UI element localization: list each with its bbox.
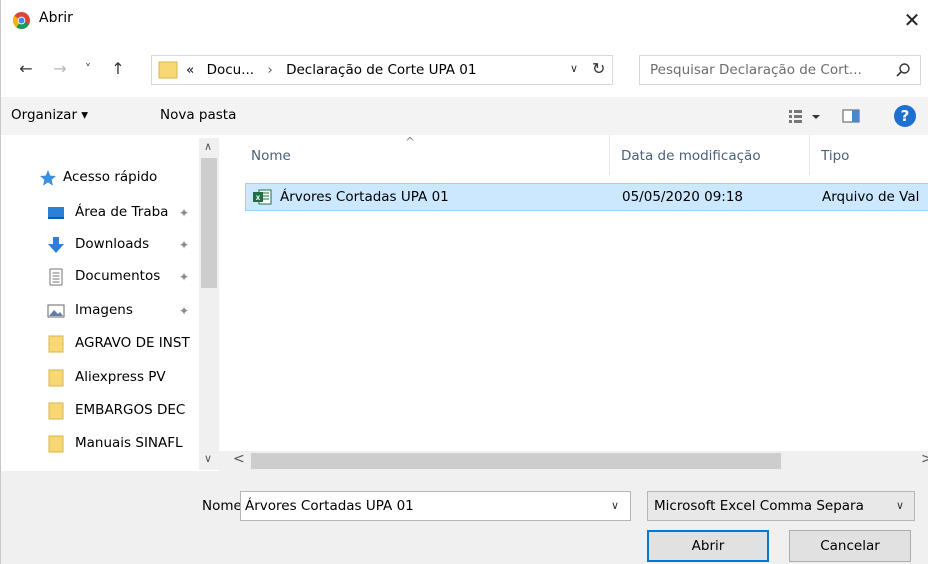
dialog-footer: Nome: Árvores Cortadas UPA 01 ∨ Microsof… xyxy=(1,471,928,564)
sidebar-item-label: Documentos xyxy=(75,268,161,284)
folder-icon xyxy=(48,402,64,420)
sidebar-item-label: Área de Traba xyxy=(75,204,169,220)
sidebar-item-label: EMBARGOS DEC xyxy=(75,402,186,418)
column-header-type[interactable]: Tipo xyxy=(821,148,849,164)
scroll-up-icon[interactable]: ∧ xyxy=(204,140,212,153)
sidebar-item-folder[interactable]: Aliexpress PV xyxy=(1,362,201,394)
sidebar-item-label: Aliexpress PV xyxy=(75,369,166,385)
scroll-left-icon[interactable]: < xyxy=(233,451,245,467)
pin-icon: ✦ xyxy=(179,238,190,252)
new-folder-button[interactable]: Nova pasta xyxy=(160,107,236,123)
sidebar-item-label: AGRAVO DE INST xyxy=(75,335,190,351)
file-list: ^ Nome Data de modificação Tipo x Árvore… xyxy=(241,135,928,447)
scrollbar-thumb[interactable] xyxy=(251,453,781,469)
column-header-row: ^ Nome Data de modificação Tipo xyxy=(241,135,928,175)
column-divider[interactable] xyxy=(609,135,610,175)
command-bar: Organizar ▾ Nova pasta ? xyxy=(1,97,928,135)
sidebar-item-folder[interactable]: EMBARGOS DEC xyxy=(1,395,201,427)
breadcrumb-separator[interactable]: › xyxy=(267,62,272,78)
organize-button[interactable]: Organizar ▾ xyxy=(11,107,88,123)
sidebar-item-folder[interactable]: AGRAVO DE INST xyxy=(1,328,201,360)
pin-icon: ✦ xyxy=(179,270,190,284)
star-icon xyxy=(40,170,56,186)
scroll-right-icon[interactable]: > xyxy=(921,451,928,467)
image-icon xyxy=(47,304,65,318)
breadcrumb-overflow[interactable]: « xyxy=(186,62,194,78)
forward-button[interactable]: → xyxy=(49,58,71,80)
breadcrumb-item-current[interactable]: Declaração de Corte UPA 01 xyxy=(286,62,476,78)
help-button[interactable]: ? xyxy=(894,105,916,127)
folder-icon xyxy=(48,335,64,353)
window-title: Abrir xyxy=(39,10,73,26)
search-icon xyxy=(896,63,910,77)
sidebar-item-label: Acesso rápido xyxy=(63,169,158,185)
document-icon xyxy=(49,268,63,286)
view-options-icon[interactable] xyxy=(787,106,823,126)
sidebar-item-downloads[interactable]: Downloads ✦ xyxy=(1,229,201,261)
folder-icon xyxy=(48,435,64,453)
search-input[interactable]: Pesquisar Declaração de Cort... xyxy=(650,62,862,78)
folder-icon xyxy=(48,369,64,387)
svg-text:x: x xyxy=(256,193,261,202)
breadcrumb-item-documents[interactable]: Docu... xyxy=(207,62,255,78)
excel-file-icon: x xyxy=(253,189,272,205)
sidebar-item-label: Imagens xyxy=(75,302,133,318)
recent-locations-button[interactable]: ˅ xyxy=(77,58,99,80)
column-header-modified[interactable]: Data de modificação xyxy=(621,148,761,164)
file-type-value: Microsoft Excel Comma Separa xyxy=(654,498,864,514)
file-type: Arquivo de Val xyxy=(822,189,920,205)
sidebar-item-folder[interactable]: Manuais SINAFL xyxy=(1,428,201,460)
download-icon xyxy=(48,237,64,253)
navigation-bar: ← → ˅ ↑ « Docu... › Declaração de Corte … xyxy=(1,52,928,86)
chevron-down-icon[interactable]: ∨ xyxy=(611,499,619,512)
column-header-name[interactable]: Nome xyxy=(251,148,291,164)
column-divider[interactable] xyxy=(809,135,810,175)
breadcrumb: « Docu... › Declaração de Corte UPA 01 xyxy=(186,62,476,78)
file-modified-date: 05/05/2020 09:18 xyxy=(622,189,744,205)
sidebar-item-quick-access[interactable]: Acesso rápido xyxy=(1,162,201,194)
sidebar-item-images[interactable]: Imagens ✦ xyxy=(1,295,201,327)
file-type-select[interactable]: Microsoft Excel Comma Separa ∨ xyxy=(647,491,915,521)
navigation-pane-scrollbar[interactable]: ∧ ∨ xyxy=(199,138,219,470)
up-button[interactable]: ↑ xyxy=(107,58,129,80)
address-bar[interactable]: « Docu... › Declaração de Corte UPA 01 ∨… xyxy=(151,55,613,85)
file-list-horizontal-scrollbar[interactable]: < > xyxy=(219,451,928,471)
close-button[interactable]: ✕ xyxy=(897,6,927,34)
chrome-icon xyxy=(13,12,30,29)
refresh-icon[interactable]: ↻ xyxy=(592,59,605,78)
scrollbar-thumb[interactable] xyxy=(201,158,217,288)
back-button[interactable]: ← xyxy=(15,58,37,80)
sidebar-item-desktop[interactable]: Área de Traba ✦ xyxy=(1,197,201,229)
navigation-pane: Acesso rápido Área de Traba ✦ Downloads … xyxy=(1,135,219,470)
title-bar: Abrir ✕ xyxy=(1,0,928,40)
cancel-button[interactable]: Cancelar xyxy=(789,530,911,562)
open-button[interactable]: Abrir xyxy=(647,530,769,562)
file-name-input[interactable]: Árvores Cortadas UPA 01 xyxy=(245,498,414,514)
pin-icon: ✦ xyxy=(179,206,190,220)
desktop-icon xyxy=(48,207,64,219)
pin-icon: ✦ xyxy=(179,304,190,318)
chevron-down-icon[interactable]: ∨ xyxy=(896,499,904,512)
preview-pane-icon[interactable] xyxy=(841,106,861,126)
file-name: Árvores Cortadas UPA 01 xyxy=(280,189,449,205)
sidebar-item-label: Downloads xyxy=(75,236,150,252)
file-row-selected[interactable]: x Árvores Cortadas UPA 01 05/05/2020 09:… xyxy=(245,183,928,211)
folder-icon xyxy=(158,61,178,79)
sidebar-item-label: Manuais SINAFL xyxy=(75,435,183,451)
file-name-field[interactable]: Árvores Cortadas UPA 01 ∨ xyxy=(240,491,631,521)
chevron-down-icon[interactable]: ∨ xyxy=(570,62,578,75)
sidebar-item-documents[interactable]: Documentos ✦ xyxy=(1,261,201,293)
scroll-down-icon[interactable]: ∨ xyxy=(204,452,212,465)
open-file-dialog: Abrir ✕ ← → ˅ ↑ « Docu... › Declaração d… xyxy=(0,0,928,564)
search-box[interactable]: Pesquisar Declaração de Cort... xyxy=(639,55,921,85)
sort-ascending-icon: ^ xyxy=(405,135,416,149)
